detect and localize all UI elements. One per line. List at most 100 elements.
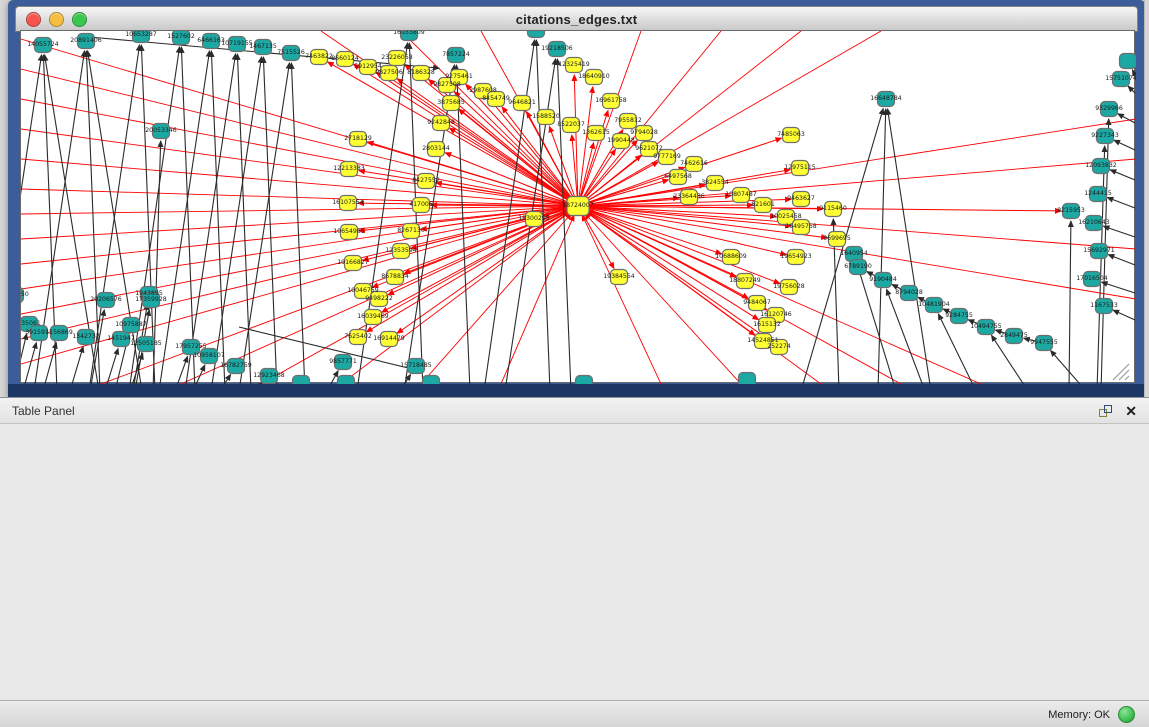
- graph-node-label: 7625402: [344, 333, 372, 340]
- graph-node-label: 1156869: [45, 329, 73, 336]
- graph-edge[interactable]: [327, 371, 338, 384]
- graph-node-label: 10975887: [115, 321, 147, 328]
- graph-edge[interactable]: [70, 347, 83, 384]
- graph-edge[interactable]: [211, 51, 225, 384]
- graph-edge[interactable]: [582, 215, 661, 384]
- graph-edge[interactable]: [21, 206, 578, 214]
- graph-node-label: 10494755: [970, 323, 1002, 330]
- graph-node-label: 835061: [21, 320, 41, 327]
- graph-node-label: 19218506: [541, 45, 573, 52]
- graph-edge[interactable]: [159, 51, 210, 384]
- graph-node[interactable]: [293, 376, 310, 385]
- window-title: citations_edges.txt: [16, 12, 1137, 27]
- zoom-window-button[interactable]: [72, 12, 87, 27]
- graph-edge[interactable]: [291, 63, 305, 384]
- window-titlebar[interactable]: citations_edges.txt: [15, 6, 1138, 32]
- graph-edge[interactable]: [557, 59, 571, 384]
- graph-node-label: 12353594: [385, 247, 417, 254]
- close-window-button[interactable]: [26, 12, 41, 27]
- graph-node[interactable]: [576, 376, 593, 385]
- graph-edge[interactable]: [450, 128, 578, 206]
- graph-node-label: 19384554: [603, 273, 635, 280]
- graph-node-label: 23226058: [381, 54, 413, 61]
- graph-node-label: 252274: [767, 343, 791, 350]
- graph-edge[interactable]: [878, 109, 886, 384]
- graph-node-label: 12505185: [130, 340, 162, 347]
- graph-edge[interactable]: [141, 45, 155, 384]
- graph-node-label: 18640910: [578, 73, 610, 80]
- graph-node-label: 2849475: [1000, 332, 1028, 339]
- graph-edge[interactable]: [409, 43, 423, 384]
- graph-node-label: 10025458: [770, 213, 802, 220]
- graph-edge[interactable]: [181, 47, 195, 384]
- graph-node-label: 10807487: [725, 191, 757, 198]
- memory-status-label: Memory: OK: [1048, 709, 1110, 721]
- graph-node-label: 1362615: [582, 129, 610, 136]
- graph-node[interactable]: [739, 373, 756, 385]
- graph-node-label: 18300295: [518, 215, 550, 222]
- minimize-window-button[interactable]: [49, 12, 64, 27]
- graph-node-label: 16120746: [760, 311, 792, 318]
- graph-node-label: 16648784: [870, 95, 902, 102]
- graph-edge[interactable]: [1107, 198, 1135, 208]
- close-panel-icon[interactable]: ✕: [1125, 404, 1137, 418]
- graph-node-label: 16495758: [785, 223, 817, 230]
- graph-edge[interactable]: [1113, 310, 1135, 320]
- graph-edge[interactable]: [501, 215, 574, 384]
- graph-edge[interactable]: [1103, 226, 1135, 237]
- graph-node-label: 10654985: [333, 228, 365, 235]
- graph-edge[interactable]: [21, 334, 27, 384]
- graph-node-label: 7515526: [277, 49, 305, 56]
- graph-node-label: 821601: [751, 201, 775, 208]
- table-panel-header[interactable]: Table Panel ✕: [0, 398, 1149, 424]
- graph-edge[interactable]: [1128, 86, 1135, 93]
- graph-edge[interactable]: [578, 206, 786, 255]
- network-canvas[interactable]: 1405572420891406106532871527602646616310…: [20, 30, 1135, 383]
- float-panel-icon[interactable]: [1098, 404, 1113, 418]
- graph-edge[interactable]: [888, 109, 931, 384]
- memory-ok-indicator[interactable]: [1118, 706, 1135, 723]
- graph-node-label: 18724007: [562, 202, 594, 209]
- window-bottom-border: [8, 384, 1145, 397]
- graph-node-label: 9827508: [433, 81, 461, 88]
- graph-node[interactable]: [338, 376, 355, 385]
- graph-node-label: 6497568: [664, 173, 692, 180]
- graph-node-label: 1467135: [249, 43, 277, 50]
- graph-edge[interactable]: [1110, 170, 1135, 180]
- resize-grip[interactable]: [1113, 364, 1129, 380]
- graph-node-label: 8813054: [522, 31, 550, 33]
- graph-edge[interactable]: [1108, 255, 1135, 265]
- graph-edge[interactable]: [368, 142, 578, 206]
- graph-node[interactable]: [423, 376, 440, 385]
- graph-node-label: 10688609: [715, 253, 747, 260]
- graph-node[interactable]: [1120, 54, 1137, 69]
- graph-edge[interactable]: [21, 159, 578, 206]
- graph-node-label: 9646821: [508, 99, 536, 106]
- graph-node-label: 17359928: [135, 296, 167, 303]
- graph-edge[interactable]: [1069, 221, 1071, 384]
- graph-node-label: 9190484: [869, 276, 897, 283]
- desktop-background-strip: [1144, 0, 1149, 397]
- citation-network-graph[interactable]: 1405572420891406106532871527602646616310…: [21, 31, 1136, 384]
- graph-edge[interactable]: [1102, 282, 1135, 293]
- graph-node-label: 10481904: [918, 301, 950, 308]
- graph-node-label: 12093832: [1085, 162, 1117, 169]
- graph-node-label: 9227343: [1091, 132, 1119, 139]
- graph-edge[interactable]: [1097, 146, 1105, 384]
- graph-edge[interactable]: [1051, 351, 1086, 384]
- graph-edge[interactable]: [21, 129, 578, 206]
- graph-node-label: 7462616: [680, 160, 708, 167]
- graph-node-label: 9484067: [743, 299, 771, 306]
- graph-node-label: 7857224: [442, 51, 470, 58]
- graph-node-label: 16210643: [1078, 219, 1110, 226]
- graph-node-label: 10653287: [125, 31, 157, 38]
- graph-edge[interactable]: [1114, 140, 1135, 150]
- graph-edge[interactable]: [43, 343, 56, 384]
- graph-node-label: 2718129: [344, 135, 372, 142]
- graph-edge[interactable]: [578, 87, 593, 206]
- graph-edge[interactable]: [220, 374, 231, 384]
- graph-edge[interactable]: [237, 54, 251, 384]
- graph-edge[interactable]: [175, 356, 188, 384]
- graph-node-label: 9794028: [630, 129, 658, 136]
- graph-edge[interactable]: [21, 189, 578, 206]
